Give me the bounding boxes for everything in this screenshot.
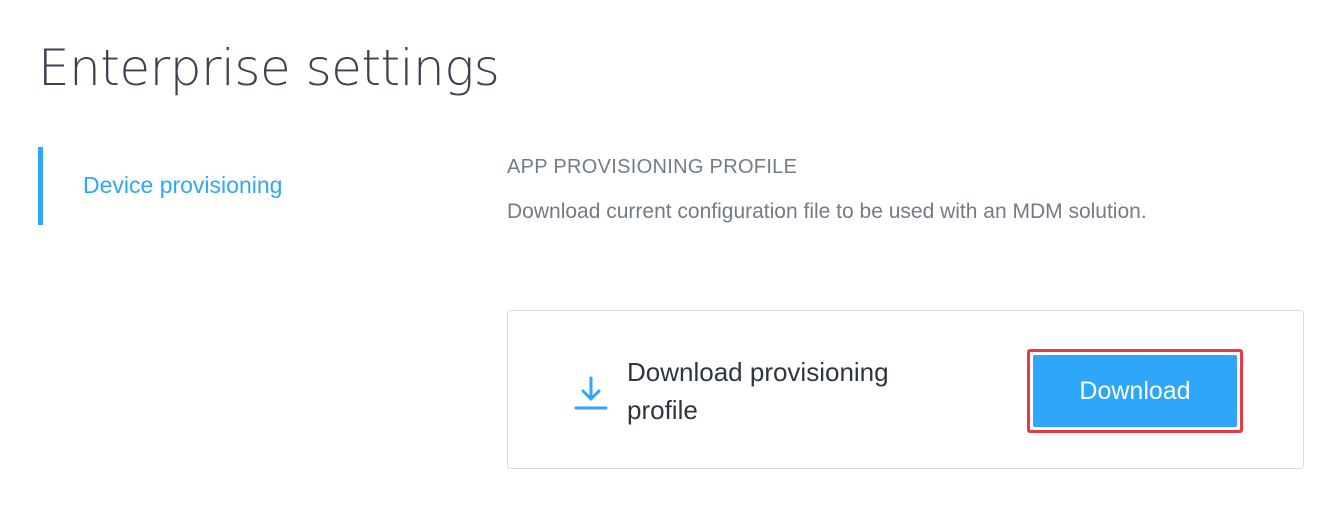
section-heading: APP PROVISIONING PROFILE xyxy=(507,156,798,178)
download-button[interactable]: Download xyxy=(1033,355,1237,427)
sidebar: Device provisioning xyxy=(38,147,438,225)
page-title: Enterprise settings xyxy=(38,39,500,97)
sidebar-item-device-provisioning[interactable]: Device provisioning xyxy=(38,147,438,225)
provisioning-profile-card: Download provisioning profile Download xyxy=(507,310,1304,469)
section-description: Download current configuration file to b… xyxy=(507,200,1147,223)
card-label: Download provisioning profile xyxy=(627,357,889,425)
enterprise-settings-page: Enterprise settings Device provisioning … xyxy=(0,0,1336,508)
sidebar-item-label: Device provisioning xyxy=(83,172,283,198)
download-button-highlight: Download xyxy=(1027,349,1243,433)
download-icon xyxy=(573,375,609,411)
